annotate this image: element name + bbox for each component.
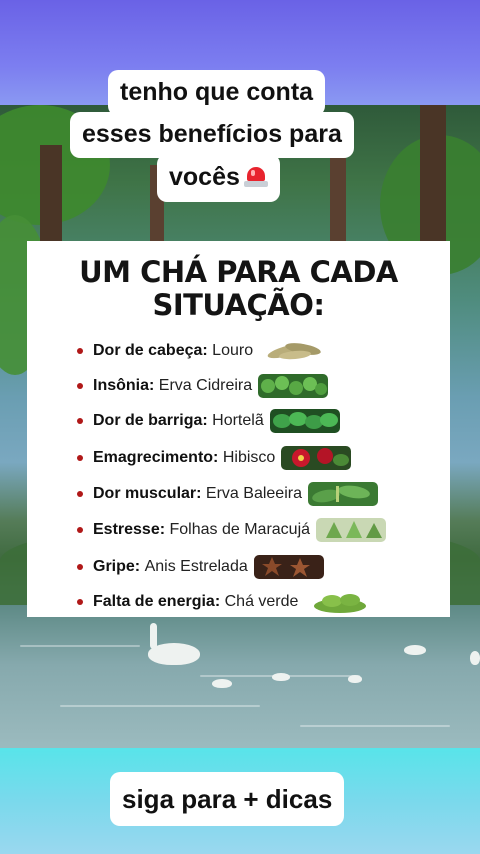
hibiscus-icon bbox=[281, 446, 352, 470]
list-item: Dor de cabeça: Louro bbox=[77, 336, 325, 366]
bullet-icon bbox=[77, 564, 83, 570]
passion-fruit-leaf-icon bbox=[316, 518, 387, 542]
bullet-icon bbox=[77, 455, 83, 461]
bay-leaf-icon bbox=[265, 339, 325, 363]
caption-top-line2: esses benefícios para bbox=[70, 112, 354, 158]
list-item: Gripe: Anis Estrelada bbox=[77, 552, 324, 582]
bullet-icon bbox=[77, 599, 83, 605]
list-item: Dor muscular: Erva Baleeira bbox=[77, 479, 378, 509]
lemon-balm-icon bbox=[258, 374, 329, 398]
card-title: UM CHÁ PARA CADA SITUAÇÃO: bbox=[79, 255, 398, 322]
bullet-icon bbox=[77, 418, 83, 424]
star-anise-icon bbox=[253, 555, 324, 579]
caption-bottom: siga para + dicas bbox=[110, 772, 345, 826]
bullet-icon bbox=[77, 383, 83, 389]
tea-infographic-card: UM CHÁ PARA CADA SITUAÇÃO: Dor de cabeça… bbox=[27, 241, 450, 617]
list-item: Estresse: Folhas de Maracujá bbox=[77, 515, 387, 545]
list-item: Insônia: Erva Cidreira bbox=[77, 371, 329, 401]
list-item: Dor de barriga: Hortelã bbox=[77, 406, 340, 436]
caption-top-line3: vocês bbox=[157, 154, 280, 202]
list-item: Emagrecimento: Hibisco bbox=[77, 443, 352, 473]
green-tea-icon bbox=[310, 590, 370, 614]
police-light-icon bbox=[243, 165, 268, 187]
bullet-icon bbox=[77, 527, 83, 533]
erva-baleeira-icon bbox=[307, 482, 378, 506]
bullet-icon bbox=[77, 348, 83, 354]
list-item: Falta de energia: Chá verde bbox=[77, 587, 370, 617]
bullet-icon bbox=[77, 491, 83, 497]
caption-top-line1: tenho que conta bbox=[108, 70, 326, 116]
mint-icon bbox=[269, 409, 340, 433]
